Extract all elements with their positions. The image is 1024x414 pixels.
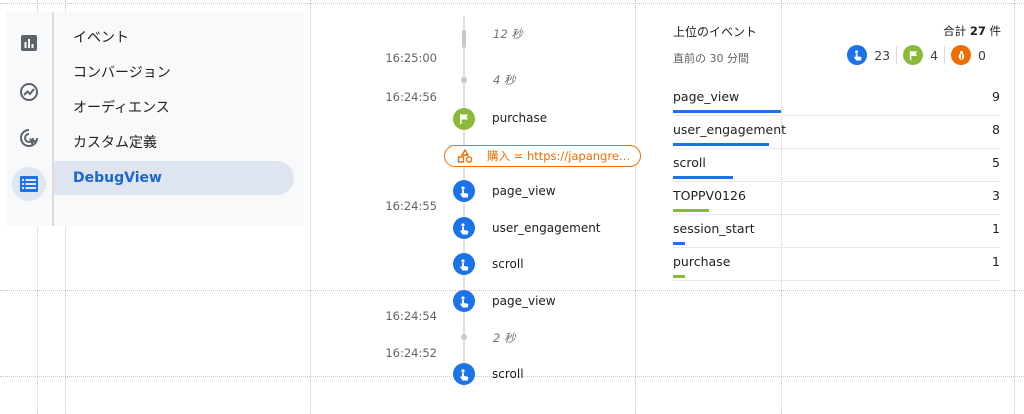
nav-item-audiences[interactable]: オーディエンス	[54, 90, 294, 124]
top-event-count: 1	[992, 221, 1000, 236]
timeline-timestamp: 16:24:55	[385, 199, 437, 213]
top-event-count: 3	[992, 188, 1000, 203]
top-event-share-bar	[673, 209, 709, 212]
top-event-row[interactable]: TOPPV0126 3	[673, 182, 1000, 215]
timeline-event-name[interactable]: scroll	[492, 367, 524, 381]
timeline-gap-label: 4 秒	[493, 73, 516, 87]
total-suffix: 件	[989, 24, 1002, 38]
nav-item-label: DebugView	[73, 170, 162, 186]
nav-rail	[6, 12, 52, 226]
timeline-gap-marker	[462, 30, 466, 48]
top-event-name: user_engagement	[673, 122, 787, 137]
top-event-name: scroll	[673, 155, 706, 170]
top-event-count: 5	[992, 155, 1000, 170]
cursor-click-icon[interactable]	[12, 121, 46, 155]
conversion-count: 4	[930, 47, 939, 63]
top-event-name: TOPPV0126	[673, 188, 746, 203]
top-event-count: 8	[992, 122, 1000, 137]
timeline-gap-label: 2 秒	[493, 331, 516, 345]
top-event-count: 9	[992, 89, 1000, 104]
event-type-counts: 23 4 0	[847, 45, 992, 65]
touch-icon[interactable]	[453, 180, 475, 202]
timeline-timestamp: 16:24:54	[385, 309, 437, 323]
top-event-row[interactable]: scroll 5	[673, 149, 1000, 182]
nav-item-label: オーディエンス	[73, 100, 170, 116]
timeline-event-name[interactable]: page_view	[492, 184, 556, 198]
top-event-name: page_view	[673, 89, 740, 104]
total-value: 27	[969, 24, 986, 38]
top-event-count: 1	[992, 254, 1000, 269]
event-parameter-chip[interactable]: 購入 = https://japangreet…	[444, 145, 641, 167]
touch-icon[interactable]	[453, 290, 475, 312]
nav-item-label: カスタム定義	[73, 135, 157, 151]
timeline-event-name[interactable]: scroll	[492, 257, 524, 271]
timeline-dot	[461, 334, 467, 340]
bug-icon	[951, 45, 972, 65]
touch-icon	[847, 45, 868, 65]
nav-item-conversions[interactable]: コンバージョン	[54, 55, 294, 89]
top-events-title: 上位のイベント	[673, 25, 758, 39]
top-event-share-bar	[673, 176, 733, 179]
timeline-axis	[463, 16, 465, 388]
event-count: 23	[874, 47, 891, 63]
list-view-icon[interactable]	[12, 167, 46, 201]
touch-icon[interactable]	[453, 217, 475, 239]
top-event-share-bar	[673, 143, 769, 146]
total-prefix: 合計	[943, 24, 967, 38]
timeline-timestamp: 16:24:52	[385, 346, 437, 360]
flag-icon[interactable]	[453, 108, 475, 130]
top-event-row[interactable]: session_start 1	[673, 215, 1000, 248]
event-parameter-text: 購入 = https://japangreet…	[487, 149, 637, 163]
touch-icon[interactable]	[453, 363, 475, 385]
timeline-timestamp: 16:24:56	[385, 90, 437, 104]
nav-item-custom-definitions[interactable]: カスタム定義	[54, 125, 294, 159]
insights-trend-icon[interactable]	[12, 75, 46, 109]
admin-nav-panel: イベント コンバージョン オーディエンス カスタム定義 DebugView	[6, 12, 304, 226]
nav-item-events[interactable]: イベント	[54, 20, 294, 54]
nav-item-label: イベント	[73, 30, 129, 46]
top-event-row[interactable]: purchase 1	[673, 248, 1000, 281]
divider	[944, 46, 946, 64]
flag-icon	[903, 45, 924, 65]
bar-chart-icon[interactable]	[12, 26, 46, 60]
top-event-name: session_start	[673, 221, 755, 236]
shapes-icon	[457, 149, 473, 163]
timeline-timestamp: 16:25:00	[385, 51, 437, 65]
error-count: 0	[978, 47, 986, 63]
top-event-share-bar	[673, 242, 685, 245]
top-event-share-bar	[673, 275, 685, 278]
timeline-event-name[interactable]: purchase	[492, 111, 547, 125]
timeline-gap-label: 12 秒	[493, 27, 523, 41]
timeline-dot	[461, 77, 467, 83]
top-event-name: purchase	[673, 254, 731, 269]
total-count: 合計 27 件	[943, 23, 1001, 39]
touch-icon[interactable]	[453, 253, 475, 275]
top-event-row[interactable]: page_view 9	[673, 83, 1000, 116]
timeline-event-name[interactable]: page_view	[492, 294, 556, 308]
timeline-event-name[interactable]: user_engagement	[492, 221, 601, 235]
divider	[896, 46, 898, 64]
top-event-share-bar	[673, 110, 781, 113]
nav-item-debugview[interactable]: DebugView	[54, 161, 294, 195]
time-range-label: 直前の 30 分間	[673, 52, 749, 65]
nav-item-label: コンバージョン	[73, 65, 171, 81]
top-event-row[interactable]: user_engagement 8	[673, 116, 1000, 149]
